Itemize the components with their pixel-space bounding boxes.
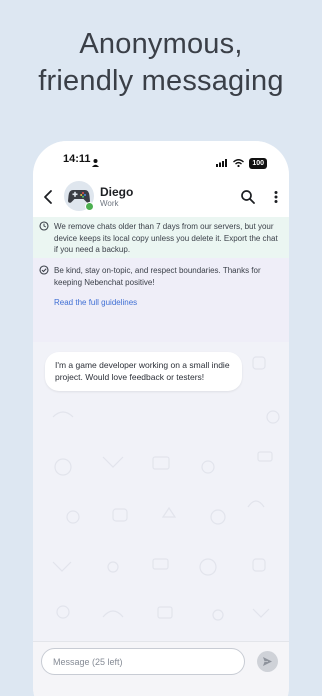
wifi-icon	[233, 154, 245, 172]
status-time: 14:11	[63, 153, 91, 165]
more-vertical-icon	[274, 191, 278, 203]
back-button[interactable]	[41, 187, 57, 207]
retention-notice-text: We remove chats older than 7 days from o…	[54, 222, 278, 254]
signal-icon	[216, 154, 228, 172]
chevron-left-icon	[44, 190, 52, 204]
contact-name[interactable]: Diego	[100, 185, 133, 199]
chat-header: Diego Work	[33, 177, 289, 217]
send-button[interactable]	[257, 651, 278, 672]
status-indicators: 100	[216, 154, 267, 172]
clock-icon	[39, 221, 49, 235]
hero-line-1: Anonymous,	[79, 28, 243, 60]
battery-indicator: 100	[249, 157, 267, 169]
message-bubble-incoming[interactable]: I'm a game developer working on a small …	[45, 352, 242, 391]
check-circle-icon	[39, 265, 49, 279]
message-text: I'm a game developer working on a small …	[55, 360, 230, 382]
online-status-dot	[85, 202, 94, 211]
person-icon	[92, 154, 99, 172]
retention-notice: We remove chats older than 7 days from o…	[33, 217, 289, 258]
chat-area[interactable]: We remove chats older than 7 days from o…	[33, 217, 289, 641]
hero-line-2: friendly messaging	[38, 65, 284, 97]
guidelines-notice-text: Be kind, stay on-topic, and respect boun…	[54, 266, 261, 287]
hero-headline: Anonymous, friendly messaging	[0, 26, 322, 100]
read-guidelines-link[interactable]: Read the full guidelines	[54, 297, 279, 309]
status-bar: 14:11 100	[33, 141, 289, 177]
search-icon	[241, 190, 255, 204]
search-button[interactable]	[240, 189, 256, 205]
message-composer	[33, 641, 289, 696]
message-input[interactable]	[41, 648, 245, 675]
more-options-button[interactable]	[270, 189, 282, 205]
phone-frame: 14:11 100 Diego Work We remove chats old…	[33, 141, 289, 696]
send-icon	[263, 657, 272, 666]
contact-label: Work	[100, 199, 119, 208]
guidelines-notice: Be kind, stay on-topic, and respect boun…	[33, 258, 289, 342]
